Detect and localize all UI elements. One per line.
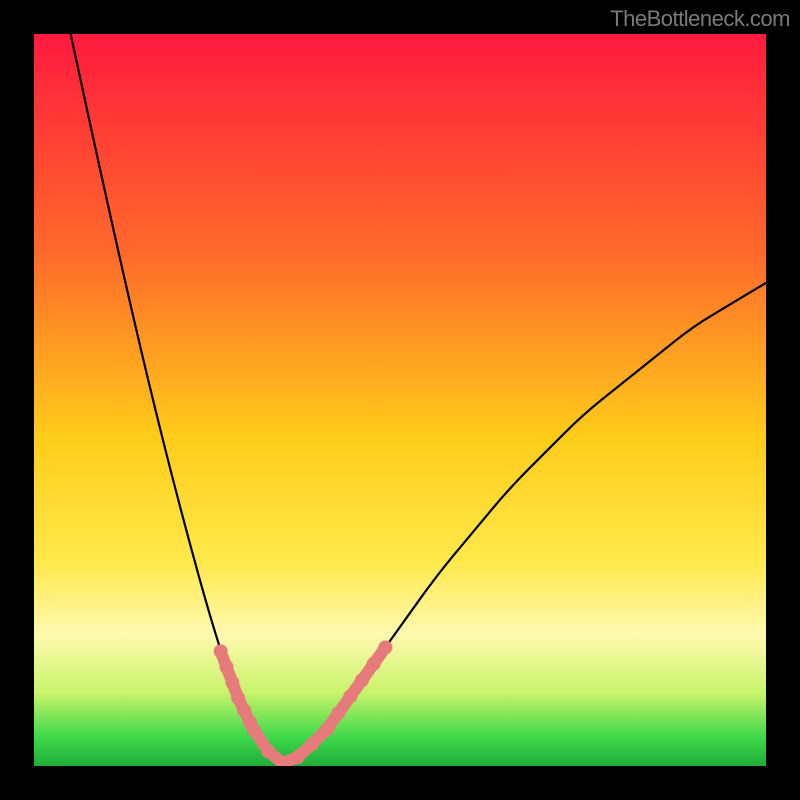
dot-marker [378, 640, 392, 654]
gradient-background [34, 34, 766, 766]
chart-frame: TheBottleneck.com [0, 0, 800, 800]
plot-area [34, 34, 766, 766]
watermark-text: TheBottleneck.com [610, 6, 790, 32]
bottleneck-curve-chart [34, 34, 766, 766]
